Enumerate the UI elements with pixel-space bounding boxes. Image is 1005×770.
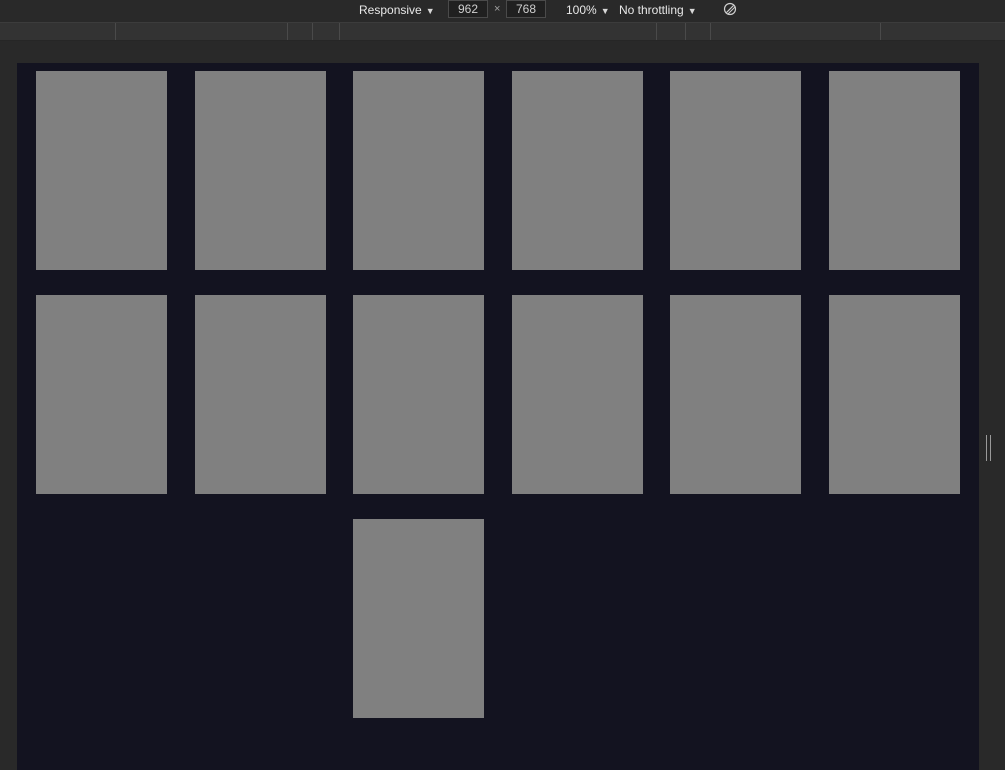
- dimension-separator: ×: [494, 3, 501, 15]
- resize-handle[interactable]: [986, 435, 992, 461]
- throttling-dropdown[interactable]: No throttling ▼: [619, 0, 697, 22]
- grid-card: [829, 71, 960, 270]
- media-query-marker[interactable]: [115, 23, 116, 40]
- grid-card: [512, 295, 643, 494]
- chevron-down-icon: ▼: [425, 6, 435, 16]
- viewport-height-input[interactable]: 768: [506, 0, 546, 18]
- device-viewport: [17, 63, 979, 770]
- grid-card: [512, 71, 643, 270]
- grid-card: [670, 295, 801, 494]
- media-query-marker[interactable]: [880, 23, 881, 40]
- viewport-gutter: [0, 41, 1005, 63]
- zoom-dropdown[interactable]: 100% ▼: [566, 0, 610, 22]
- throttling-label: No throttling: [619, 3, 684, 17]
- media-query-marker[interactable]: [685, 23, 686, 40]
- device-mode-label: Responsive: [359, 3, 422, 17]
- grid-card: [353, 519, 484, 718]
- grid-card: [670, 71, 801, 270]
- media-query-bar: [0, 23, 1005, 41]
- grid-card: [36, 71, 167, 270]
- media-query-marker[interactable]: [339, 23, 340, 40]
- chevron-down-icon: ▼: [687, 6, 697, 16]
- media-query-marker[interactable]: [287, 23, 288, 40]
- chevron-down-icon: ▼: [600, 6, 610, 16]
- media-query-marker[interactable]: [656, 23, 657, 40]
- zoom-label: 100%: [566, 3, 597, 17]
- rotate-icon[interactable]: [723, 2, 737, 16]
- media-query-marker[interactable]: [710, 23, 711, 40]
- grid-card: [195, 295, 326, 494]
- grid-card: [36, 295, 167, 494]
- grid-card: [353, 295, 484, 494]
- viewport-width-input[interactable]: 962: [448, 0, 488, 18]
- device-mode-dropdown[interactable]: Responsive ▼: [359, 0, 435, 22]
- grid-card: [195, 71, 326, 270]
- media-query-marker[interactable]: [312, 23, 313, 40]
- grid-card: [353, 71, 484, 270]
- grid-card: [829, 295, 960, 494]
- device-toolbar: Responsive ▼ 962 × 768 100% ▼ No throttlin…: [0, 0, 1005, 23]
